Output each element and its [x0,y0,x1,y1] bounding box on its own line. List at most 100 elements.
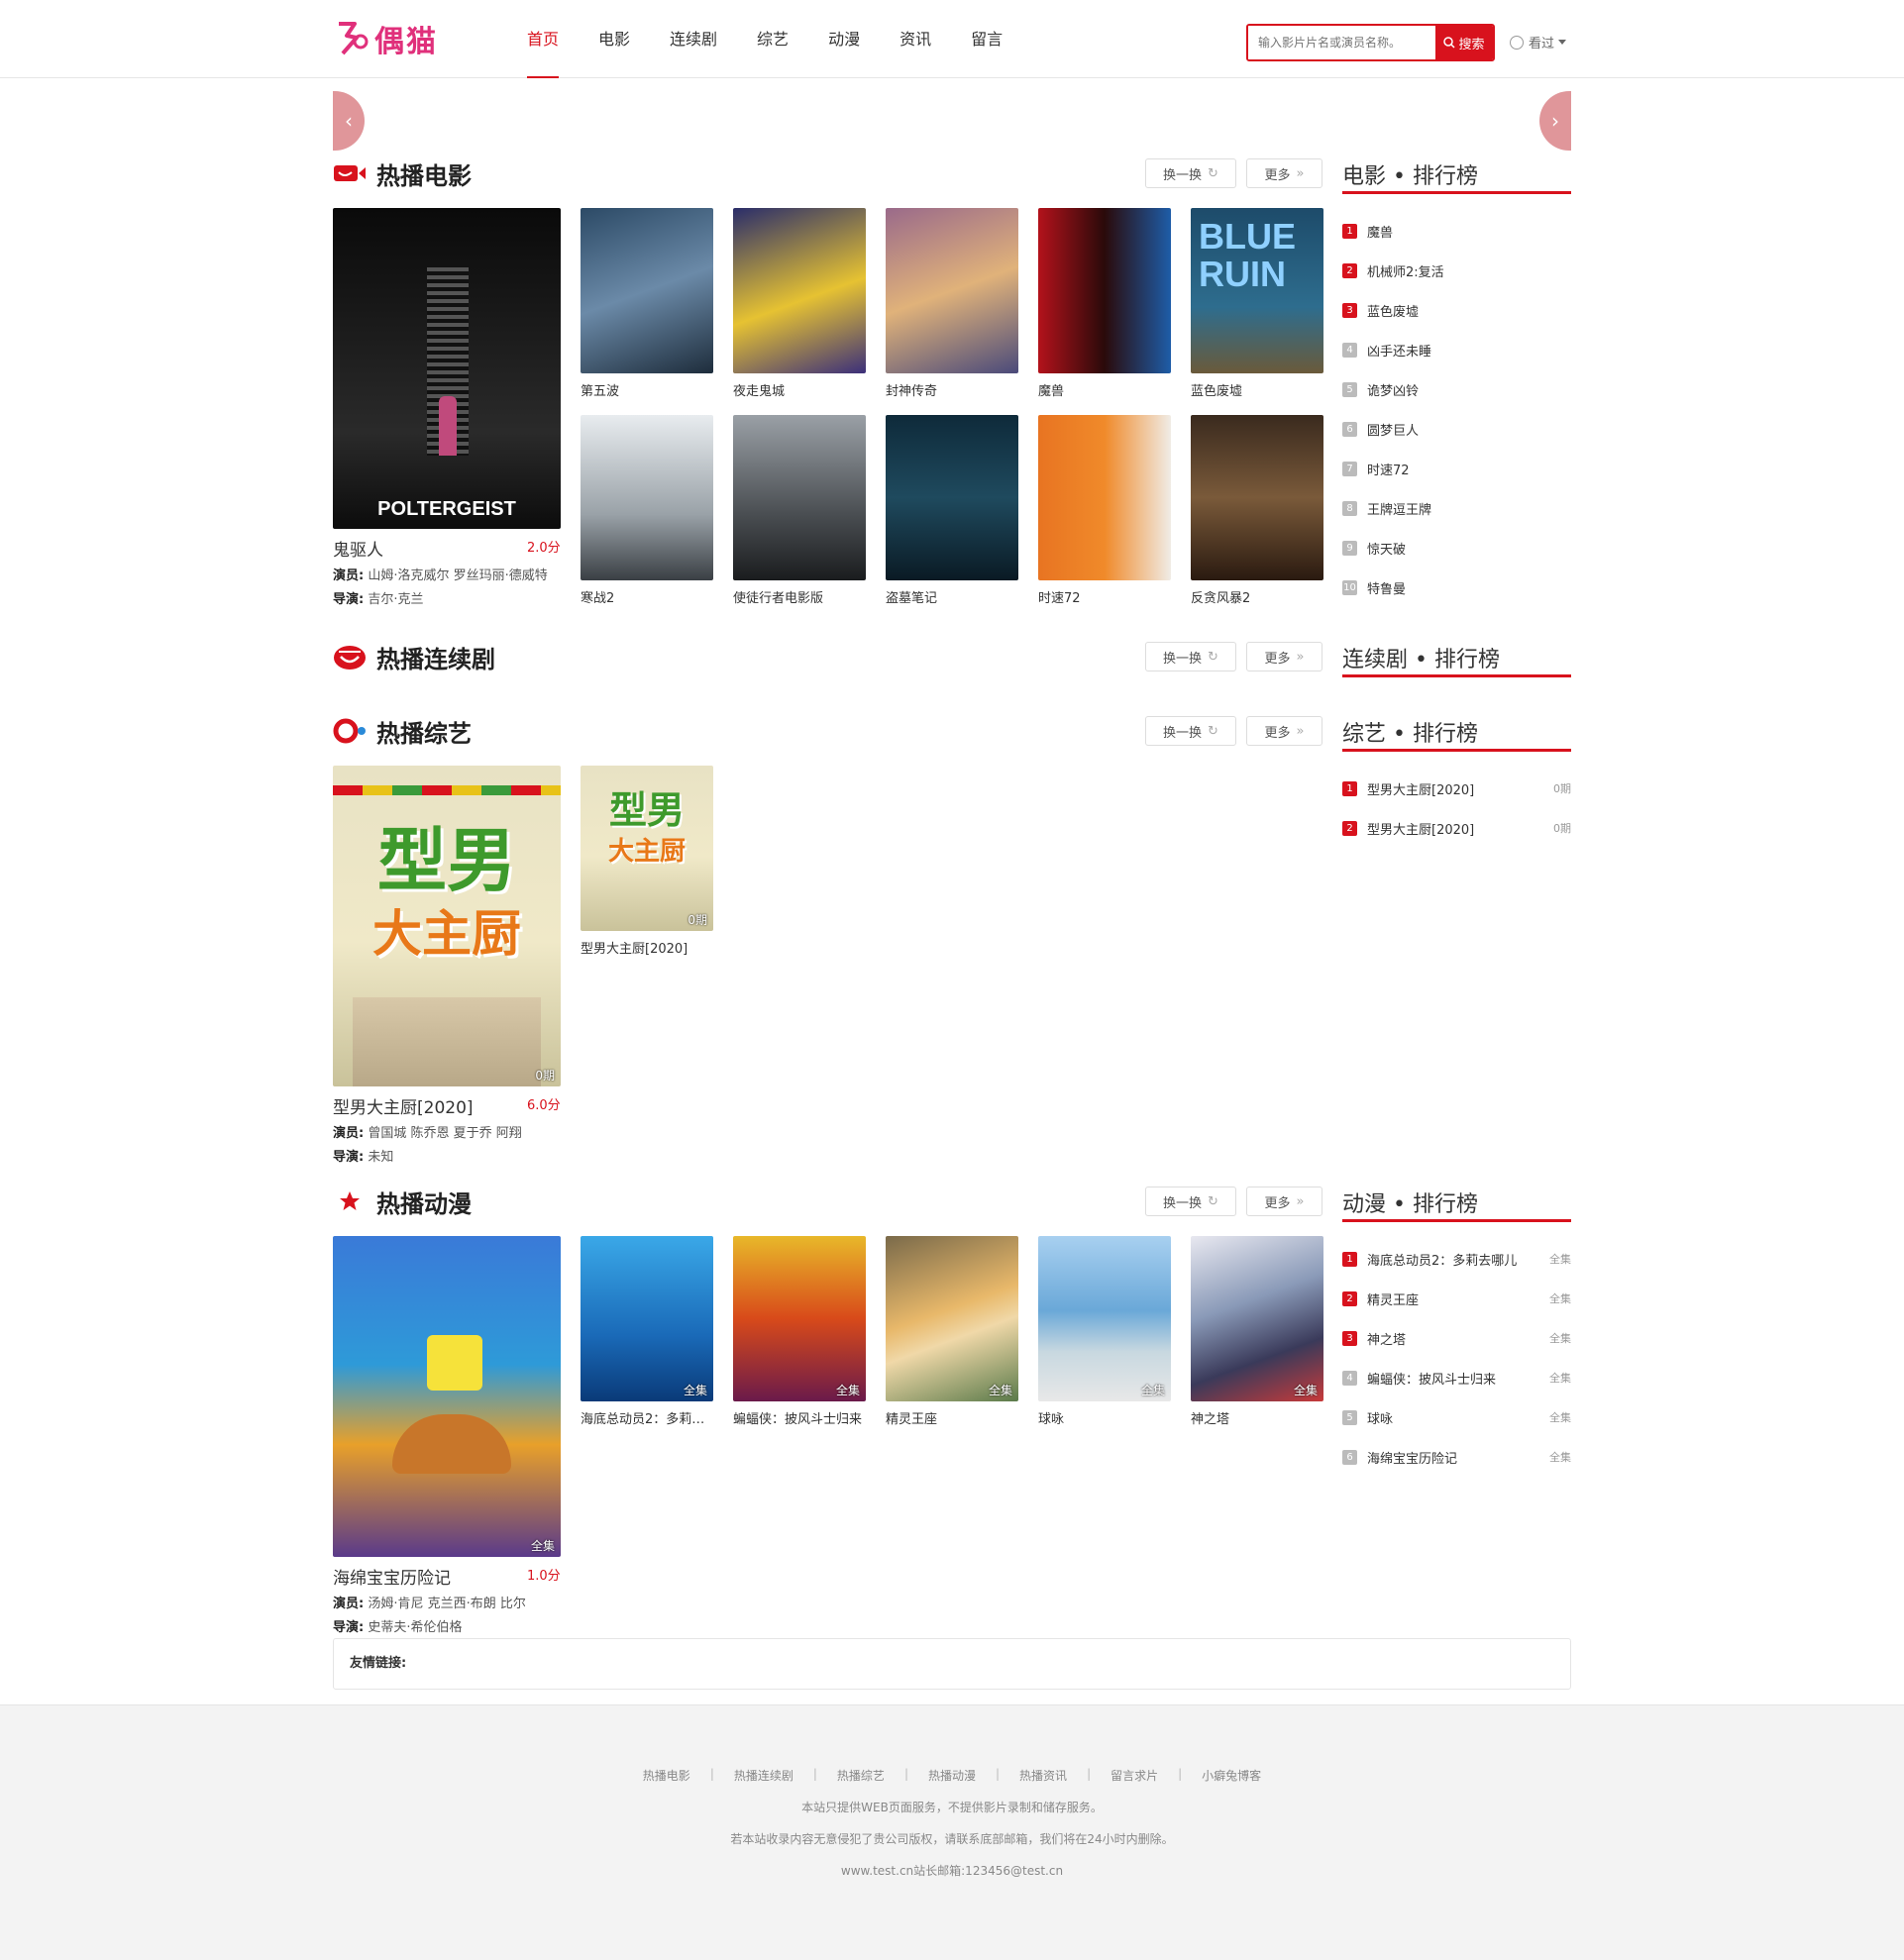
nav-home[interactable]: 首页 [507,0,579,78]
episode-badge: 全集 [835,1384,860,1397]
drama-rank-title: 连续剧 • 排行榜 [1342,642,1571,677]
movie-rank-item[interactable]: 3 蓝色废墟 [1342,300,1571,320]
search-icon [1443,37,1456,49]
actors-value: 汤姆·肯尼 克兰西·布朗 比尔 [368,1597,526,1611]
footer-link[interactable]: 热播综艺 [817,1767,904,1784]
featured-movie-name[interactable]: 鬼驱人 [333,536,383,561]
movie-poster[interactable] [733,415,866,580]
footer-contact: www.test.cn站长邮箱:123456@test.cn [840,1864,1064,1878]
movie-poster[interactable] [581,208,713,373]
rank-name: 蝙蝠侠：披风斗士归来 [1367,1372,1497,1388]
movie-rank-item[interactable]: 7 时速72 [1342,459,1571,478]
featured-movie-actors: 演员: 山姆·洛克威尔 罗丝玛丽·德威特 [333,565,563,583]
movie-name[interactable]: 夜走鬼城 [733,380,866,399]
featured-variety-poster[interactable]: 型男 大主厨 0期 [333,766,561,1086]
anime-name[interactable]: 精灵王座 [886,1408,1018,1427]
movie-poster[interactable] [1038,208,1171,373]
episode-badge: 全集 [530,1539,555,1553]
footer-link[interactable]: 小癖兔博客 [1182,1767,1281,1784]
anime-name[interactable]: 蝙蝠侠：披风斗士归来 [733,1408,866,1427]
rank-tag: 全集 [1549,1411,1571,1424]
drama-swap-button[interactable]: 换一换 ↻ [1145,642,1236,671]
featured-movie-poster[interactable]: POLTERGEIST [333,208,561,529]
anime-poster[interactable]: 全集 [581,1236,713,1401]
nav-variety[interactable]: 综艺 [737,0,808,78]
footer-link[interactable]: 热播连续剧 [714,1767,813,1784]
movie-name[interactable]: 第五波 [581,380,713,399]
nav-drama[interactable]: 连续剧 [650,0,737,78]
movie-poster[interactable] [1038,415,1171,580]
chevron-left-icon: ‹ [345,109,353,133]
movie-name[interactable]: 魔兽 [1038,380,1171,399]
movie-name[interactable]: 时速72 [1038,587,1171,606]
nav-movie[interactable]: 电影 [579,0,650,78]
movie-more-button[interactable]: 更多 » [1246,158,1322,188]
search-input[interactable] [1248,26,1435,59]
anime-poster[interactable]: 全集 [1191,1236,1323,1401]
rank-number: 6 [1342,1449,1357,1465]
nav-message[interactable]: 留言 [951,0,1022,78]
movie-name[interactable]: 封神传奇 [886,380,1018,399]
anime-name[interactable]: 神之塔 [1191,1408,1323,1427]
featured-anime-poster[interactable]: 全集 [333,1236,561,1557]
movie-poster[interactable] [886,208,1018,373]
history-dropdown[interactable]: 看过 [1510,33,1567,52]
anime-more-button[interactable]: 更多 » [1246,1186,1322,1216]
variety-name[interactable]: 型男大主厨[2020] [581,938,713,957]
anime-rank-item[interactable]: 5 球咏 全集 [1342,1407,1571,1427]
movie-rank-item[interactable]: 10 特鲁曼 [1342,577,1571,597]
anime-name[interactable]: 球咏 [1038,1408,1171,1427]
site-logo[interactable]: 偶猫 [333,18,438,59]
slider-prev-button[interactable]: ‹ [333,91,365,151]
anime-rank-item[interactable]: 2 精灵王座 全集 [1342,1289,1571,1308]
variety-poster[interactable]: 型男 大主厨 0期 [581,766,713,931]
featured-anime-name[interactable]: 海绵宝宝历险记 [333,1564,451,1589]
movie-name[interactable]: 寒战2 [581,587,713,606]
footer-disclaimer: 本站只提供WEB页面服务，不提供影片录制和储存服务。 [801,1801,1103,1814]
anime-name[interactable]: 海底总动员2：多莉去哪儿 [581,1408,713,1427]
anime-poster[interactable]: 全集 [1038,1236,1171,1401]
movie-rank-item[interactable]: 5 诡梦凶铃 [1342,379,1571,399]
variety-more-button[interactable]: 更多 » [1246,716,1322,746]
movie-rank-item[interactable]: 2 机械师2:复活 [1342,260,1571,280]
anime-poster[interactable]: 全集 [886,1236,1018,1401]
movie-name[interactable]: 反贪风暴2 [1191,587,1323,606]
featured-movie-score: 2.0分 [527,541,561,556]
footer-link[interactable]: 热播动漫 [908,1767,996,1784]
anime-poster[interactable]: 全集 [733,1236,866,1401]
movie-rank-item[interactable]: 8 王牌逗王牌 [1342,498,1571,518]
slider-next-button[interactable]: › [1539,91,1571,151]
movie-swap-button[interactable]: 换一换 ↻ [1145,158,1236,188]
movie-rank-item[interactable]: 6 圆梦巨人 [1342,419,1571,439]
movie-name[interactable]: 使徒行者电影版 [733,587,866,606]
nav-news[interactable]: 资讯 [880,0,951,78]
movie-rank-item[interactable]: 9 惊天破 [1342,538,1571,558]
movie-rank-item[interactable]: 1 魔兽 [1342,221,1571,241]
movie-name[interactable]: 盗墓笔记 [886,587,1018,606]
anime-rank-item[interactable]: 6 海绵宝宝历险记 全集 [1342,1447,1571,1467]
movie-poster[interactable] [733,208,866,373]
anime-swap-button[interactable]: 换一换 ↻ [1145,1186,1236,1216]
footer-link[interactable]: 热播电影 [623,1767,710,1784]
movie-name[interactable]: 蓝色废墟 [1191,380,1323,399]
movie-rank-item[interactable]: 4 凶手还未睡 [1342,340,1571,360]
poster-title-text: POLTERGEIST [377,498,516,520]
anime-rank-item[interactable]: 1 海底总动员2：多莉去哪儿 全集 [1342,1249,1571,1269]
footer-link[interactable]: 留言求片 [1091,1767,1178,1784]
movie-poster[interactable] [886,415,1018,580]
featured-variety-name[interactable]: 型男大主厨[2020] [333,1093,474,1118]
drama-more-button[interactable]: 更多 » [1246,642,1322,671]
nav-anime[interactable]: 动漫 [808,0,880,78]
rank-number: 8 [1342,500,1357,516]
movie-poster[interactable] [1191,415,1323,580]
movie-section-title: 热播电影 [333,158,472,190]
variety-rank-item[interactable]: 2 型男大主厨[2020] 0期 [1342,818,1571,838]
movie-poster[interactable] [581,415,713,580]
search-button[interactable]: 搜索 [1435,26,1493,59]
variety-swap-button[interactable]: 换一换 ↻ [1145,716,1236,746]
variety-rank-item[interactable]: 1 型男大主厨[2020] 0期 [1342,778,1571,798]
movie-poster[interactable]: BLUE RUIN [1191,208,1323,373]
footer-link[interactable]: 热播资讯 [1000,1767,1087,1784]
anime-rank-item[interactable]: 3 神之塔 全集 [1342,1328,1571,1348]
anime-rank-item[interactable]: 4 蝙蝠侠：披风斗士归来 全集 [1342,1368,1571,1388]
